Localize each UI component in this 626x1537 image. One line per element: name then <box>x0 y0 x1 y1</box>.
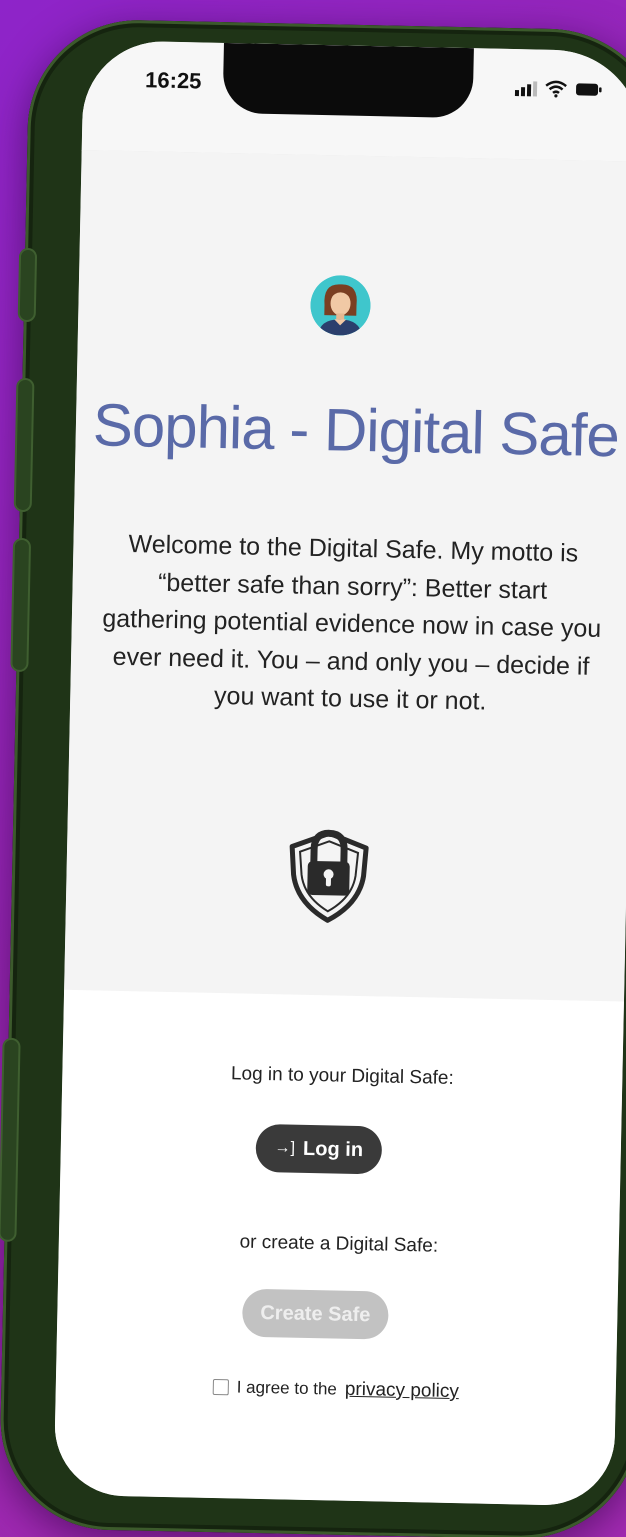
status-bar: 16:25 <box>81 40 626 163</box>
phone-screen: 16:25 Sophia - Digital Safe Welcome to t… <box>53 40 626 1507</box>
status-time: 16:25 <box>144 67 202 94</box>
phone-silent-switch <box>17 247 38 323</box>
battery-icon <box>576 83 602 96</box>
login-arrow-icon: →] <box>274 1139 296 1157</box>
privacy-agreement-row: I agree to the privacy policy <box>56 1373 616 1407</box>
login-section: Log in to your Digital Safe: →] Log in o… <box>53 989 624 1507</box>
create-prompt-label: or create a Digital Safe: <box>239 1231 439 1257</box>
create-safe-button[interactable]: Create Safe <box>241 1288 389 1340</box>
privacy-policy-link[interactable]: privacy policy <box>345 1379 459 1403</box>
login-button-label: Log in <box>302 1137 364 1161</box>
phone-volume-down-button <box>10 537 32 673</box>
phone-volume-up-button <box>13 377 35 513</box>
signal-icon <box>514 80 538 96</box>
login-prompt-label: Log in to your Digital Safe: <box>230 1063 454 1089</box>
welcome-section: Sophia - Digital Safe Welcome to the Dig… <box>64 149 626 1002</box>
avatar-woman-icon <box>309 274 372 337</box>
privacy-agree-checkbox[interactable] <box>212 1378 229 1396</box>
phone-sim-tray <box>0 1037 21 1242</box>
login-button[interactable]: →] Log in <box>255 1123 383 1175</box>
page-title: Sophia - Digital Safe <box>92 391 620 470</box>
camera-notch <box>222 42 474 119</box>
intro-text: Welcome to the Digital Safe. My motto is… <box>102 530 602 716</box>
status-icons <box>514 79 603 99</box>
privacy-agree-label: I agree to the <box>236 1377 338 1399</box>
shield-lock-icon <box>289 829 369 923</box>
wifi-icon <box>545 80 567 98</box>
